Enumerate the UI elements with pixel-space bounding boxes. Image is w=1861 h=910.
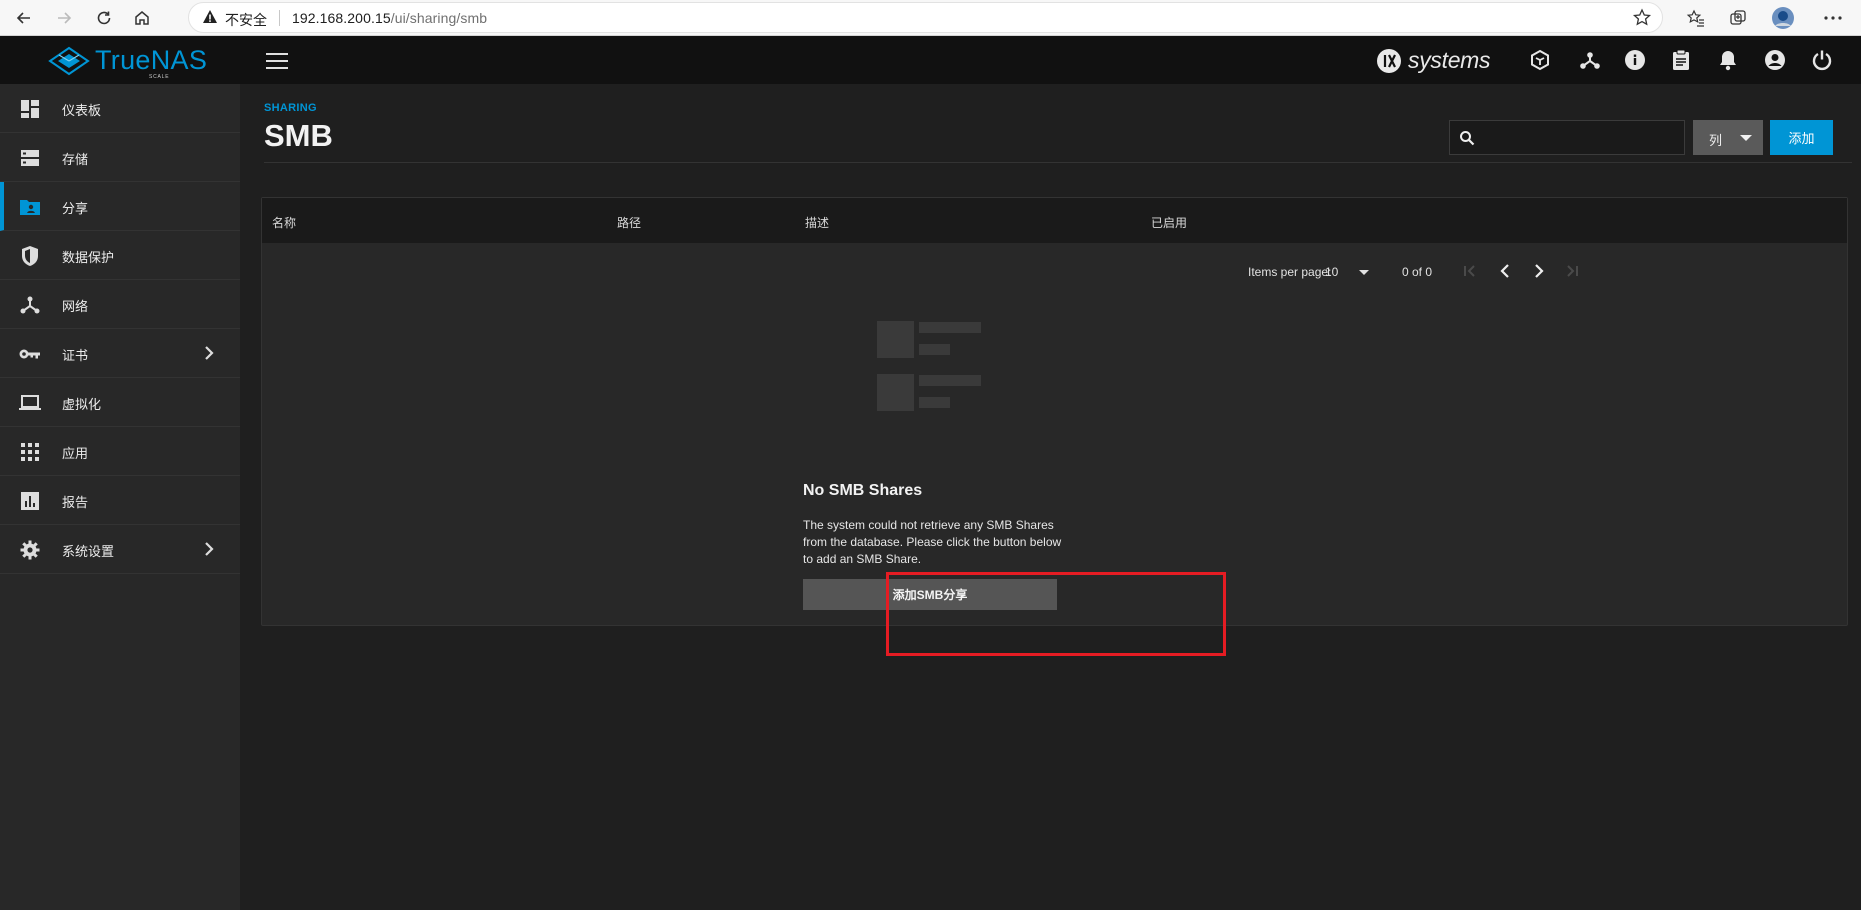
sidebar-item-label: 存储 bbox=[62, 152, 89, 167]
reload-icon[interactable] bbox=[90, 4, 118, 32]
next-page-icon[interactable] bbox=[1530, 262, 1548, 280]
sidebar-nav: 仪表板 存储 分享 数据保护 网络 证书 虚拟化 应用 报告 系统设置 bbox=[0, 84, 240, 910]
address-divider bbox=[279, 10, 280, 26]
sidebar-item-label: 应用 bbox=[62, 446, 89, 461]
columns-label: 列 bbox=[1709, 133, 1723, 148]
clipboard-tasks-icon[interactable] bbox=[1669, 48, 1693, 72]
sidebar-item-dashboard[interactable]: 仪表板 bbox=[0, 84, 240, 133]
power-icon[interactable] bbox=[1810, 48, 1834, 72]
storage-icon bbox=[19, 147, 41, 169]
items-per-page-select[interactable]: 10 bbox=[1325, 265, 1338, 279]
profile-avatar-icon[interactable] bbox=[1770, 5, 1796, 31]
sidebar-item-system-settings[interactable]: 系统设置 bbox=[0, 525, 240, 574]
chevron-right-icon bbox=[204, 346, 214, 365]
page-size-caret-icon[interactable] bbox=[1359, 270, 1369, 275]
sidebar-item-label: 仪表板 bbox=[62, 103, 102, 118]
dashboard-icon bbox=[19, 98, 41, 120]
logo-edition: SCALE bbox=[149, 74, 170, 80]
header-divider bbox=[264, 162, 1852, 163]
folder-shared-icon bbox=[19, 196, 41, 218]
sidebar-item-label: 虚拟化 bbox=[62, 397, 102, 412]
apps-grid-icon bbox=[19, 441, 41, 463]
smb-shares-table: 名称 路径 描述 已启用 Items per page: 10 0 of 0 N… bbox=[261, 197, 1848, 626]
columns-dropdown-button[interactable]: 列 bbox=[1693, 120, 1763, 155]
last-page-icon[interactable] bbox=[1563, 262, 1581, 280]
sidebar-item-label: 分享 bbox=[62, 201, 89, 216]
sidebar-item-sharing[interactable]: 分享 bbox=[0, 182, 240, 231]
empty-state-title: No SMB Shares bbox=[803, 482, 923, 499]
key-icon bbox=[19, 343, 41, 365]
sidebar-item-label: 证书 bbox=[62, 348, 89, 363]
vendor-wordmark: systems bbox=[1408, 47, 1491, 73]
column-header-name[interactable]: 名称 bbox=[272, 214, 296, 231]
search-input[interactable] bbox=[1449, 120, 1685, 155]
page-range-label: 0 of 0 bbox=[1402, 265, 1433, 279]
browser-toolbar: 不安全 192.168.200.15/ui/sharing/smb bbox=[0, 0, 1861, 36]
favorite-star-icon[interactable] bbox=[1632, 8, 1652, 33]
sidebar-item-network[interactable]: 网络 bbox=[0, 280, 240, 329]
report-chart-icon bbox=[19, 490, 41, 512]
network-icon bbox=[19, 294, 41, 316]
sidebar-item-certificates[interactable]: 证书 bbox=[0, 329, 240, 378]
page-title: SMB bbox=[264, 118, 333, 153]
column-header-enabled[interactable]: 已启用 bbox=[1151, 214, 1187, 231]
logo-wordmark: TrueNAS bbox=[95, 45, 208, 75]
sidebar-item-label: 数据保护 bbox=[62, 250, 115, 265]
add-button[interactable]: 添加 bbox=[1770, 120, 1833, 155]
search-icon bbox=[1459, 130, 1475, 151]
home-icon[interactable] bbox=[128, 4, 156, 32]
breadcrumb[interactable]: SHARING bbox=[264, 102, 317, 114]
favorites-list-icon[interactable] bbox=[1683, 5, 1709, 31]
insecure-label: 不安全 bbox=[225, 12, 267, 28]
url-path: /ui/sharing/smb bbox=[390, 10, 488, 26]
sidebar-item-data-protection[interactable]: 数据保护 bbox=[0, 231, 240, 280]
previous-page-icon[interactable] bbox=[1496, 262, 1514, 280]
sidebar-item-virtualization[interactable]: 虚拟化 bbox=[0, 378, 240, 427]
collections-icon[interactable] bbox=[1725, 5, 1751, 31]
first-page-icon[interactable] bbox=[1461, 262, 1479, 280]
sidebar-item-reports[interactable]: 报告 bbox=[0, 476, 240, 525]
back-icon[interactable] bbox=[10, 4, 38, 32]
menu-toggle-icon[interactable] bbox=[266, 53, 288, 69]
sidebar-item-label: 系统设置 bbox=[62, 544, 115, 559]
empty-state-message: The system could not retrieve any SMB Sh… bbox=[803, 518, 1062, 566]
account-circle-icon[interactable] bbox=[1763, 48, 1787, 72]
ix-mark-icon bbox=[1377, 49, 1401, 73]
shield-icon bbox=[19, 245, 41, 267]
main-content: SHARING SMB 列 添加 名称 路径 描述 已启用 Items per … bbox=[240, 84, 1861, 910]
forward-icon[interactable] bbox=[50, 4, 78, 32]
gear-icon bbox=[19, 539, 41, 561]
sidebar-item-label: 报告 bbox=[62, 495, 89, 510]
truecommand-icon[interactable] bbox=[1528, 48, 1552, 72]
url-text[interactable]: 192.168.200.15/ui/sharing/smb bbox=[292, 10, 487, 26]
notifications-bell-icon[interactable] bbox=[1716, 48, 1740, 72]
column-header-description[interactable]: 描述 bbox=[805, 214, 829, 231]
items-per-page-label: Items per page: bbox=[1248, 265, 1332, 279]
truenas-logo-icon bbox=[48, 46, 90, 76]
sidebar-item-label: 网络 bbox=[62, 299, 89, 314]
app-topbar: TrueNAS SCALE systems bbox=[0, 36, 1861, 84]
caret-down-icon bbox=[1740, 135, 1752, 141]
url-host: 192.168.200.15 bbox=[292, 10, 391, 26]
warning-icon bbox=[202, 9, 218, 30]
table-header-row: 名称 路径 描述 已启用 bbox=[262, 198, 1847, 243]
truenas-logo[interactable]: TrueNAS SCALE bbox=[48, 44, 248, 80]
ixsystems-logo[interactable]: systems bbox=[1375, 46, 1491, 76]
network-status-icon[interactable] bbox=[1578, 48, 1602, 72]
address-bar[interactable]: 不安全 192.168.200.15/ui/sharing/smb bbox=[188, 2, 1663, 33]
column-header-path[interactable]: 路径 bbox=[617, 214, 641, 231]
chevron-right-icon bbox=[204, 542, 214, 561]
sidebar-item-storage[interactable]: 存储 bbox=[0, 133, 240, 182]
info-icon[interactable] bbox=[1623, 48, 1647, 72]
laptop-icon bbox=[19, 392, 41, 414]
sidebar-item-apps[interactable]: 应用 bbox=[0, 427, 240, 476]
annotation-highlight-box bbox=[886, 572, 1226, 656]
more-menu-icon[interactable] bbox=[1818, 5, 1848, 31]
